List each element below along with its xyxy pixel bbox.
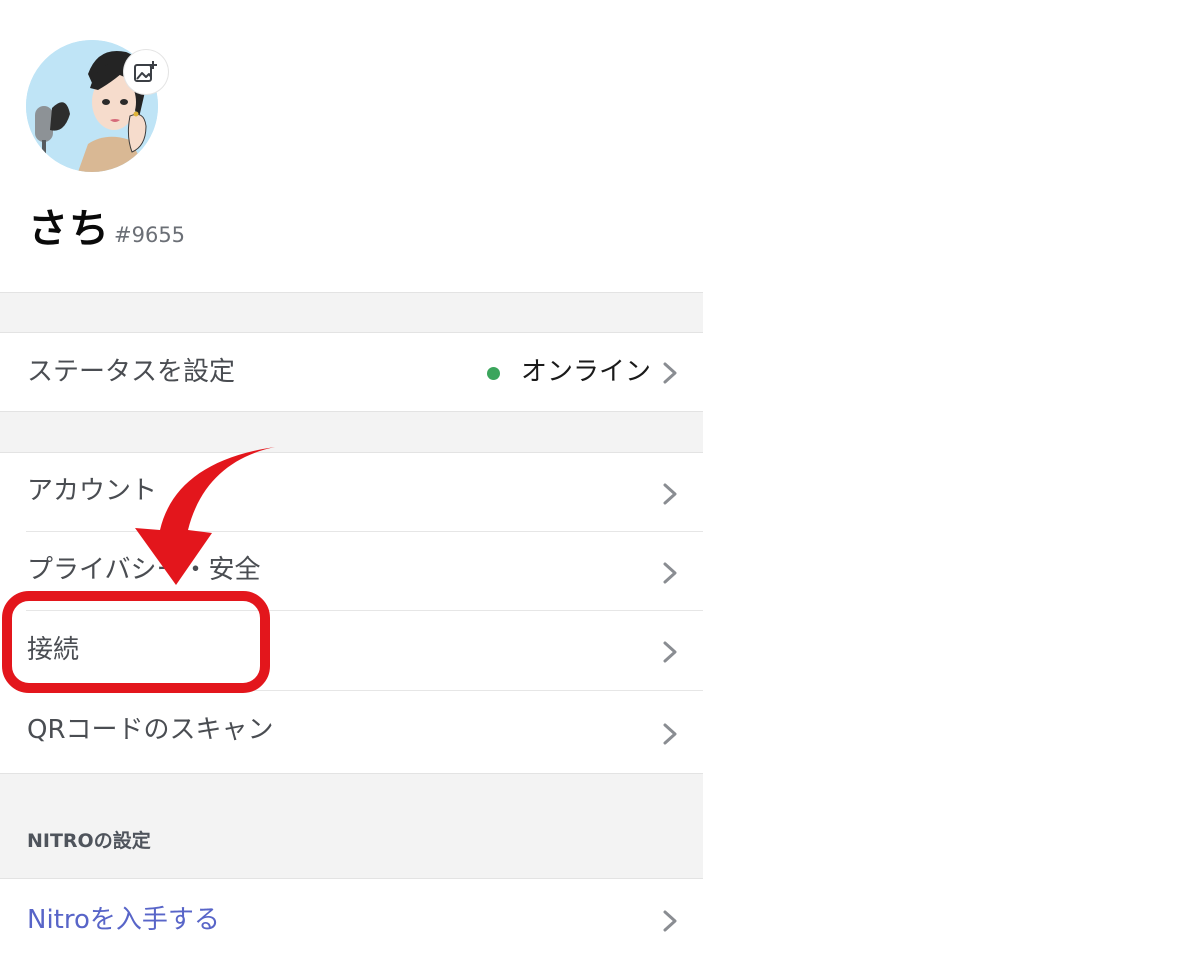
chevron-right-icon bbox=[663, 362, 677, 384]
set-status-label: ステータスを設定 bbox=[27, 357, 236, 387]
user-settings-panel: さち #9655 ステータスを設定 オンライン アカウント プライバシー・安全 … bbox=[0, 0, 703, 960]
nitro-section-header-band: NITROの設定 bbox=[0, 773, 703, 879]
section-separator bbox=[0, 411, 703, 453]
username: さち bbox=[28, 206, 110, 252]
chevron-right-icon bbox=[663, 483, 677, 505]
settings-item-account[interactable]: アカウント bbox=[0, 453, 703, 532]
discriminator: #9655 bbox=[114, 223, 186, 247]
settings-item-label: プライバシー・安全 bbox=[27, 555, 261, 585]
profile-name: さち #9655 bbox=[28, 196, 186, 252]
set-status-row[interactable]: ステータスを設定 オンライン bbox=[0, 333, 703, 411]
change-avatar-button[interactable] bbox=[124, 50, 168, 94]
settings-item-label: 接続 bbox=[27, 635, 80, 665]
get-nitro-row[interactable]: Nitroを入手する bbox=[0, 879, 703, 960]
settings-item-privacy-safety[interactable]: プライバシー・安全 bbox=[0, 532, 703, 611]
settings-item-qr-scan[interactable]: QRコードのスキャン bbox=[0, 691, 703, 773]
add-image-icon bbox=[134, 61, 157, 82]
chevron-right-icon bbox=[663, 562, 677, 584]
settings-item-connections[interactable]: 接続 bbox=[0, 611, 703, 690]
section-separator bbox=[0, 292, 703, 333]
status-value: オンライン bbox=[520, 357, 651, 387]
chevron-right-icon bbox=[663, 910, 677, 932]
get-nitro-label: Nitroを入手する bbox=[27, 905, 220, 935]
chevron-right-icon bbox=[663, 723, 677, 745]
settings-item-label: QRコードのスキャン bbox=[27, 715, 274, 745]
online-status-dot bbox=[487, 367, 500, 380]
section-header: NITROの設定 bbox=[27, 830, 151, 852]
settings-item-label: アカウント bbox=[27, 476, 158, 506]
chevron-right-icon bbox=[663, 641, 677, 663]
